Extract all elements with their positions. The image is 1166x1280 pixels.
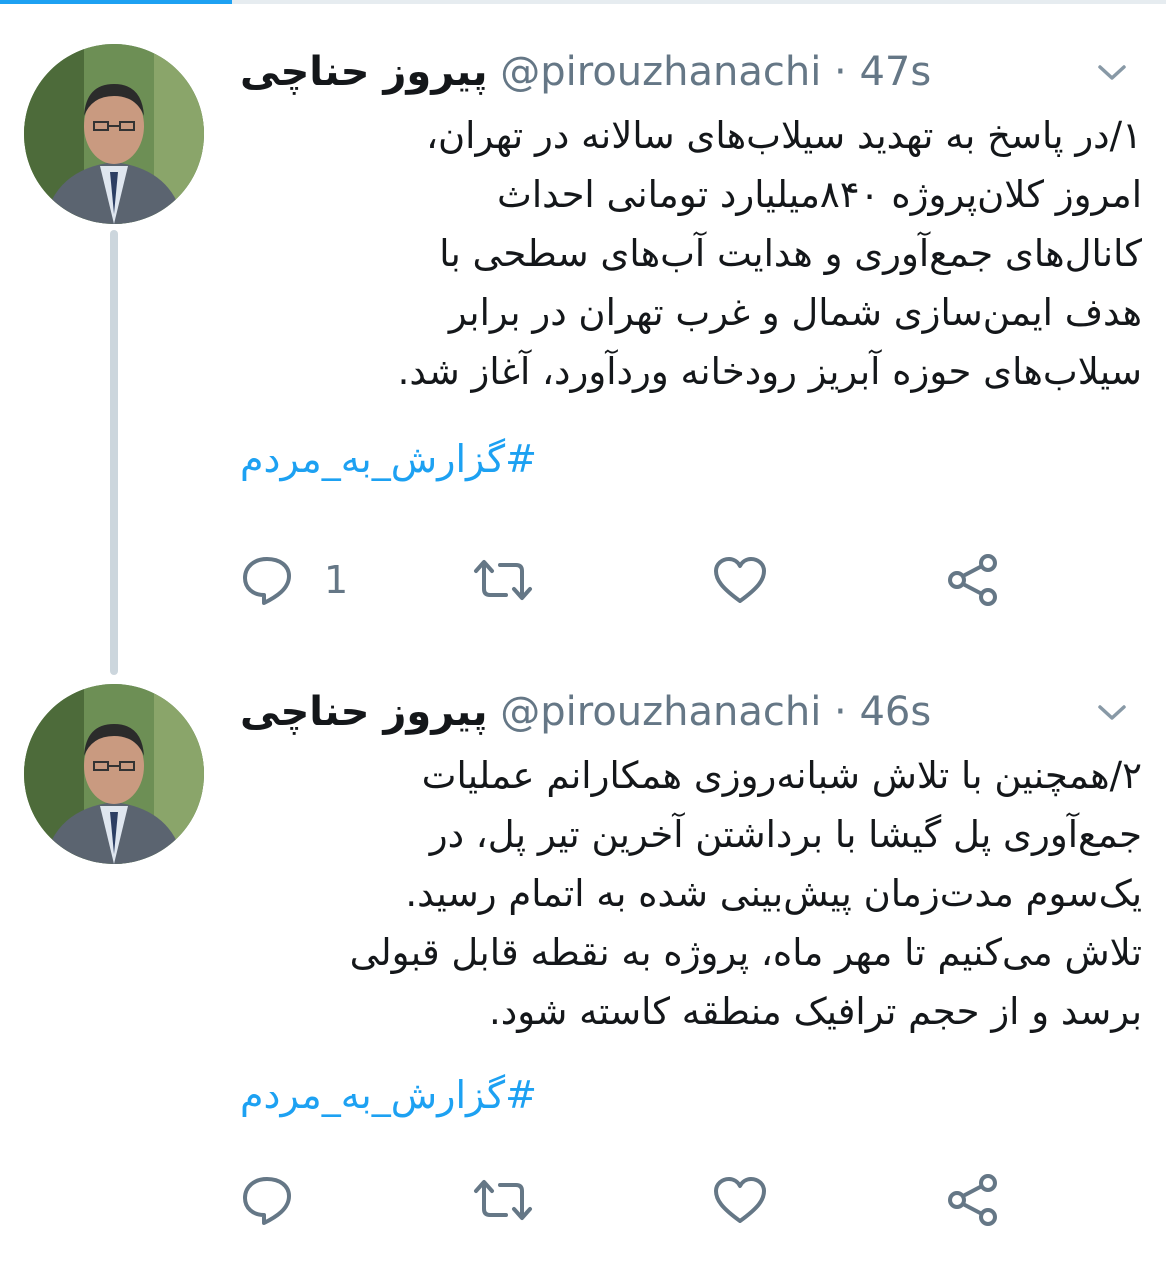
- tweet-text-line: برسد و از حجم ترافیک منطقه کاسته شود.: [489, 990, 1142, 1033]
- tweet[interactable]: پیروز حناچی @pirouzhanachi · 46s ۲/همچنی…: [0, 670, 1166, 1280]
- like-button[interactable]: [712, 550, 768, 610]
- tweet-text-line: یک‌سوم مدت‌زمان پیش‌بینی شده به اتمام رس…: [405, 872, 1142, 915]
- tweet-header: پیروز حناچی @pirouzhanachi · 47s: [240, 42, 1076, 102]
- share-button[interactable]: [946, 1170, 1000, 1230]
- avatar-photo: [24, 684, 204, 864]
- hashtag-link[interactable]: #گزارش_به_مردم: [240, 1066, 537, 1124]
- retweet-icon: [474, 1180, 532, 1220]
- reply-icon: [243, 557, 291, 605]
- avatar[interactable]: [24, 44, 204, 224]
- tweet-text-line: ۲/همچنین با تلاش شبانه‌روزی همکارانم عمل…: [421, 754, 1142, 797]
- retweet-button[interactable]: [472, 1170, 534, 1230]
- avatar-photo: [24, 44, 204, 224]
- top-tab-indicator-track: [0, 0, 1166, 4]
- chevron-down-icon[interactable]: [1094, 58, 1130, 86]
- tweet-text-line: سیلاب‌های حوزه آبریز رودخانه وردآورد، آغ…: [397, 350, 1142, 393]
- tweet-text-line: کانال‌های جمع‌آوری و هدایت آب‌های سطحی ب…: [439, 232, 1142, 275]
- tweet-timestamp[interactable]: 46s: [859, 689, 931, 735]
- tweet-text-line: ۱/در پاسخ به تهدید سیلاب‌های سالانه در ت…: [426, 114, 1142, 157]
- chevron-down-icon[interactable]: [1094, 698, 1130, 726]
- author-name[interactable]: پیروز حناچی: [240, 49, 488, 95]
- tweet-text: ۲/همچنین با تلاش شبانه‌روزی همکارانم عمل…: [240, 746, 1142, 1041]
- like-button[interactable]: [712, 1170, 768, 1230]
- author-handle[interactable]: @pirouzhanachi: [500, 49, 821, 95]
- header-separator: ·: [834, 689, 847, 735]
- reply-count: 1: [324, 558, 349, 602]
- reply-icon: [243, 1177, 291, 1225]
- author-handle[interactable]: @pirouzhanachi: [500, 689, 821, 735]
- like-icon: [714, 1177, 766, 1223]
- tweet-text-line: هدف ایمن‌سازی شمال و غرب تهران در برابر: [448, 291, 1142, 334]
- tweet-header: پیروز حناچی @pirouzhanachi · 46s: [240, 682, 1076, 742]
- like-icon: [714, 557, 766, 603]
- tweet-text-line: امروز کلان‌پروژه ۸۴۰میلیارد تومانی احداث: [497, 173, 1142, 216]
- tweet-actions: [240, 1170, 1140, 1230]
- author-name[interactable]: پیروز حناچی: [240, 689, 488, 735]
- tweet[interactable]: پیروز حناچی @pirouzhanachi · 47s ۱/در پا…: [0, 30, 1166, 675]
- share-icon: [948, 554, 997, 606]
- tweet-timestamp[interactable]: 47s: [859, 49, 931, 95]
- active-tab-indicator: [0, 0, 232, 4]
- reply-button[interactable]: 1: [240, 550, 348, 610]
- share-icon: [948, 1174, 997, 1226]
- tweet-text-line: جمع‌آوری پل گیشا با برداشتن آخرین تیر پل…: [429, 813, 1142, 856]
- retweet-icon: [474, 560, 532, 600]
- share-button[interactable]: [946, 550, 1000, 610]
- reply-button[interactable]: [240, 1170, 324, 1230]
- tweet-text-line: تلاش می‌کنیم تا مهر ماه، پروژه به نقطه ق…: [349, 931, 1142, 974]
- header-separator: ·: [834, 49, 847, 95]
- avatar[interactable]: [24, 684, 204, 864]
- hashtag-link[interactable]: #گزارش_به_مردم: [240, 430, 537, 488]
- tweet-text: ۱/در پاسخ به تهدید سیلاب‌های سالانه در ت…: [240, 106, 1142, 401]
- retweet-button[interactable]: [472, 550, 534, 610]
- thread-connector: [110, 230, 118, 675]
- tweet-actions: 1: [240, 550, 1140, 610]
